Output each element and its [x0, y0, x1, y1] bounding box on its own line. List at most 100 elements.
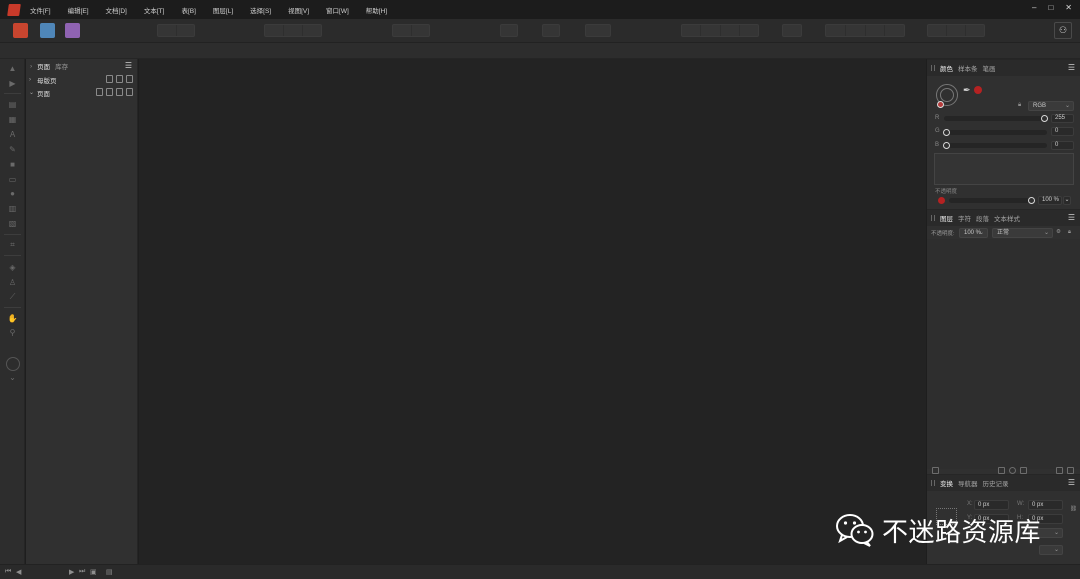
close-button[interactable]: ✕	[1065, 3, 1072, 12]
crop-tool-icon[interactable]: ⌗	[7, 240, 18, 250]
colour-spectrum-area[interactable]	[934, 153, 1074, 185]
menu-edit[interactable]: 编辑[E]	[68, 5, 89, 15]
b-value-field[interactable]: 0	[1051, 141, 1074, 150]
tree-row-pages[interactable]: ⌄ 页面	[26, 86, 137, 99]
hamburger-menu-icon[interactable]: ☰	[1068, 64, 1075, 72]
adjustment-icon[interactable]	[1009, 467, 1016, 474]
tab-stock[interactable]: 库存	[55, 61, 68, 71]
tab-swatches[interactable]: 样本条	[958, 63, 978, 73]
rectangle-tool-icon[interactable]: ▭	[7, 175, 18, 185]
pen-tool-icon[interactable]: ✎	[7, 145, 18, 155]
tab-stroke[interactable]: 笔画	[983, 63, 996, 73]
layer-style-icon[interactable]	[932, 467, 939, 474]
first-page-icon[interactable]: ⏮	[5, 568, 11, 576]
chevron-down-icon[interactable]: ⌄	[29, 89, 37, 96]
hand-tool-icon[interactable]: ✋	[7, 314, 18, 324]
layer-opacity-select[interactable]: 100 % ⌄	[959, 228, 988, 238]
add-layer-icon[interactable]	[1056, 467, 1063, 474]
hamburger-menu-icon[interactable]: ☰	[1068, 479, 1075, 487]
maximize-button[interactable]: □	[1048, 3, 1053, 12]
frame-text-tool-icon[interactable]: ▦	[7, 115, 18, 125]
artistic-text-tool-icon[interactable]: A	[7, 130, 18, 140]
menu-text[interactable]: 文本[T]	[144, 5, 165, 15]
tab-paragraph[interactable]: 段落	[976, 213, 989, 223]
toolbar-group-9[interactable]	[825, 24, 905, 37]
delete-page-icon[interactable]	[126, 75, 133, 83]
chevron-right-icon[interactable]: ›	[29, 77, 37, 83]
b-slider-knob[interactable]	[943, 142, 950, 149]
blend-mode-select[interactable]: 正常 ⌄	[992, 228, 1053, 238]
toolbar-group-2[interactable]	[264, 24, 322, 37]
stroke-colour-well[interactable]	[940, 88, 954, 102]
opacity-slider[interactable]	[949, 197, 1035, 204]
place-tool-icon[interactable]: ◈	[7, 263, 18, 273]
menu-select[interactable]: 选择[S]	[250, 5, 271, 15]
expand-chevron-icon[interactable]: ⌄	[7, 373, 18, 383]
tree-row-master-pages[interactable]: › 母版页	[26, 73, 137, 86]
g-slider-knob[interactable]	[943, 129, 950, 136]
tab-history[interactable]: 历史记录	[983, 478, 1009, 488]
table-tool-icon[interactable]: ▥	[7, 204, 18, 214]
menu-table[interactable]: 表[B]	[181, 5, 195, 15]
delete-page-icon[interactable]	[126, 88, 133, 96]
toolbar-group-10[interactable]	[927, 24, 985, 37]
toolbar-group-3[interactable]	[392, 24, 430, 37]
opacity-dropdown-icon[interactable]: ⌄	[1063, 196, 1071, 205]
mask-icon[interactable]	[998, 467, 1005, 474]
collapse-chevron-icon[interactable]: ›	[30, 63, 32, 70]
move-tool-icon[interactable]: ▲	[7, 64, 18, 74]
user-account-icon[interactable]: ⚇	[1054, 22, 1072, 39]
toolbar-group-4[interactable]	[500, 24, 518, 37]
photo-persona-icon[interactable]	[65, 23, 80, 38]
last-page-icon[interactable]: ⏭	[79, 568, 85, 576]
menu-help[interactable]: 帮助[H]	[366, 5, 387, 15]
vector-crop-tool-icon[interactable]: ♙	[7, 278, 18, 288]
lock-icon[interactable]: 🔒︎	[1068, 229, 1071, 236]
menu-view[interactable]: 视图[V]	[288, 5, 309, 15]
save-icon[interactable]: ▣	[90, 568, 97, 576]
tab-text-styles[interactable]: 文本样式	[994, 213, 1020, 223]
duplicate-page-icon[interactable]	[116, 75, 123, 83]
tab-pages[interactable]: 页面	[37, 61, 50, 71]
x-field[interactable]: 0 px	[974, 500, 1009, 510]
menu-document[interactable]: 文档[D]	[106, 5, 127, 15]
node-tool-icon[interactable]: ▶	[7, 79, 18, 89]
tab-layers[interactable]: 图层	[940, 213, 953, 223]
picture-frame-tool-icon[interactable]: ▧	[7, 219, 18, 229]
toolbar-group-5[interactable]	[542, 24, 560, 37]
panel-grip-icon[interactable]	[931, 215, 935, 221]
tab-navigator[interactable]: 导航器	[958, 478, 978, 488]
delete-layer-icon[interactable]	[1067, 467, 1074, 474]
opacity-value-field[interactable]: 100 %	[1038, 196, 1062, 205]
r-slider-knob[interactable]	[1041, 115, 1048, 122]
duplicate-page-icon[interactable]	[116, 88, 123, 96]
no-colour-icon[interactable]	[937, 101, 944, 108]
tab-transform[interactable]: 变换	[940, 478, 953, 488]
effects-icon[interactable]	[1020, 467, 1027, 474]
next-page-icon[interactable]: ▶	[69, 568, 74, 576]
publisher-persona-icon[interactable]	[13, 23, 28, 38]
tab-colour[interactable]: 颜色	[940, 63, 953, 73]
hamburger-menu-icon[interactable]: ☰	[1068, 214, 1075, 222]
fill-tool-icon[interactable]: ■	[7, 160, 18, 170]
r-slider[interactable]	[944, 115, 1048, 122]
opacity-slider-knob[interactable]	[1028, 197, 1035, 204]
colour-picker-icon[interactable]	[6, 357, 20, 371]
add-page-icon[interactable]	[106, 88, 113, 96]
toolbar-group-8[interactable]	[782, 24, 802, 37]
lock-icon[interactable]: 🔒︎	[1018, 102, 1021, 109]
page-view-icon[interactable]: ▤	[106, 568, 113, 576]
toolbar-group-7[interactable]	[681, 24, 759, 37]
tab-character[interactable]: 字符	[958, 213, 971, 223]
eyedropper-icon[interactable]: ✒	[963, 85, 971, 96]
ellipse-tool-icon[interactable]: ●	[7, 189, 18, 199]
link-proportions-icon[interactable]: ⛓	[1070, 506, 1077, 512]
transform-options-select[interactable]: ⌄	[1039, 545, 1063, 555]
page-tool-icon[interactable]: ▤	[7, 100, 18, 110]
toolbar-group-1[interactable]	[157, 24, 195, 37]
hamburger-menu-icon[interactable]: ☰	[125, 62, 132, 70]
menu-layer[interactable]: 图层[L]	[213, 5, 233, 15]
eyedropper-tool-icon[interactable]: ⟋	[7, 292, 18, 302]
minimize-button[interactable]: –	[1032, 3, 1036, 12]
gear-icon[interactable]: ⚙	[1056, 229, 1061, 235]
